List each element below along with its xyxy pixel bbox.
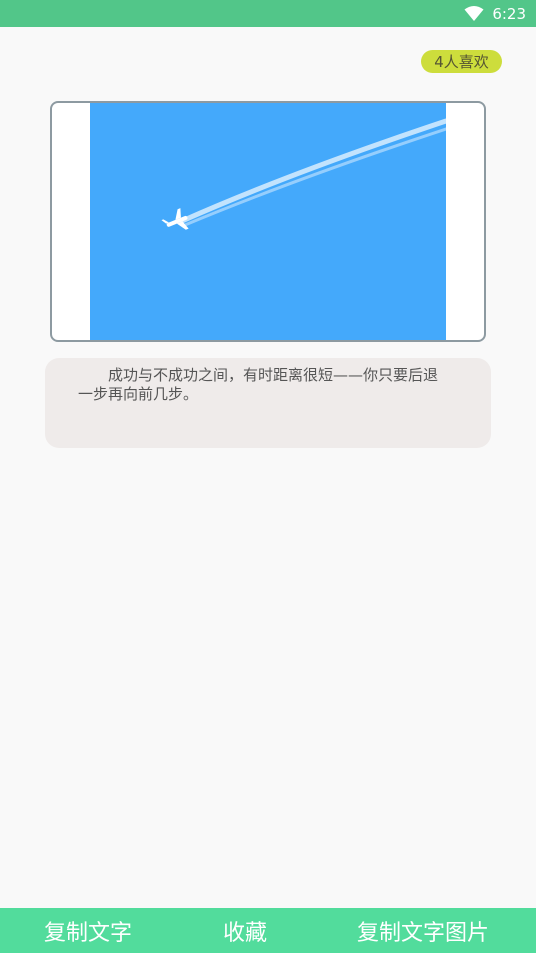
status-bar-right: 6:23 bbox=[464, 0, 526, 27]
wifi-icon bbox=[464, 5, 484, 22]
status-bar: 6:23 bbox=[0, 0, 536, 27]
copy-text-image-button[interactable]: 复制文字图片 bbox=[357, 908, 489, 953]
likes-badge[interactable]: 4人喜欢 bbox=[421, 50, 502, 73]
airplane-sky-image bbox=[90, 103, 446, 340]
status-time: 6:23 bbox=[492, 4, 526, 23]
copy-text-button[interactable]: 复制文字 bbox=[44, 908, 132, 953]
quote-box: 成功与不成功之间，有时距离很短——你只要后退一步再向前几步。 bbox=[45, 358, 491, 448]
bottom-action-bar: 复制文字 收藏 复制文字图片 bbox=[0, 908, 536, 953]
likes-label: 4人喜欢 bbox=[434, 53, 489, 71]
image-card[interactable] bbox=[50, 101, 486, 342]
quote-text: 成功与不成功之间，有时距离很短——你只要后退一步再向前几步。 bbox=[78, 366, 439, 403]
favorite-button[interactable]: 收藏 bbox=[223, 908, 267, 953]
